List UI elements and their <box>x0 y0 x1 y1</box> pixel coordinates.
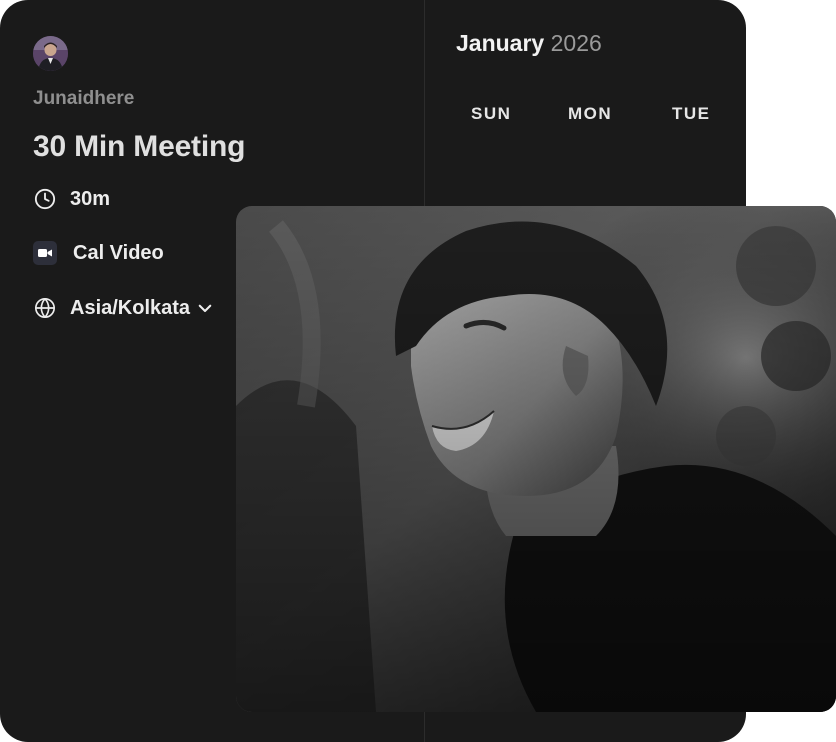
weekday-sun: SUN <box>471 104 512 123</box>
clock-icon <box>33 187 57 211</box>
event-timezone: Asia/Kolkata <box>33 295 214 321</box>
calendar-month: January <box>456 30 545 56</box>
duration-label: 30m <box>70 187 111 210</box>
calendar-month-header: January 2026 <box>456 30 602 57</box>
avatar[interactable] <box>33 36 68 71</box>
weekday-tue: TUE <box>672 104 711 123</box>
event-duration: 30m <box>33 186 110 212</box>
timezone-label: Asia/Kolkata <box>70 296 191 319</box>
location-label: Cal Video <box>73 241 164 264</box>
video-camera-icon <box>33 241 57 265</box>
host-portrait-photo <box>236 206 836 712</box>
host-username: Junaidhere <box>33 88 135 109</box>
booking-page: Junaidhere 30 Min Meeting 30m Cal Video <box>0 0 836 742</box>
globe-icon <box>33 296 57 320</box>
timezone-select[interactable]: Asia/Kolkata <box>70 297 214 320</box>
chevron-down-icon <box>196 299 214 317</box>
calendar-year: 2026 <box>550 30 602 56</box>
event-location: Cal Video <box>33 240 164 266</box>
event-title: 30 Min Meeting <box>33 130 246 163</box>
weekday-mon: MON <box>568 104 613 123</box>
